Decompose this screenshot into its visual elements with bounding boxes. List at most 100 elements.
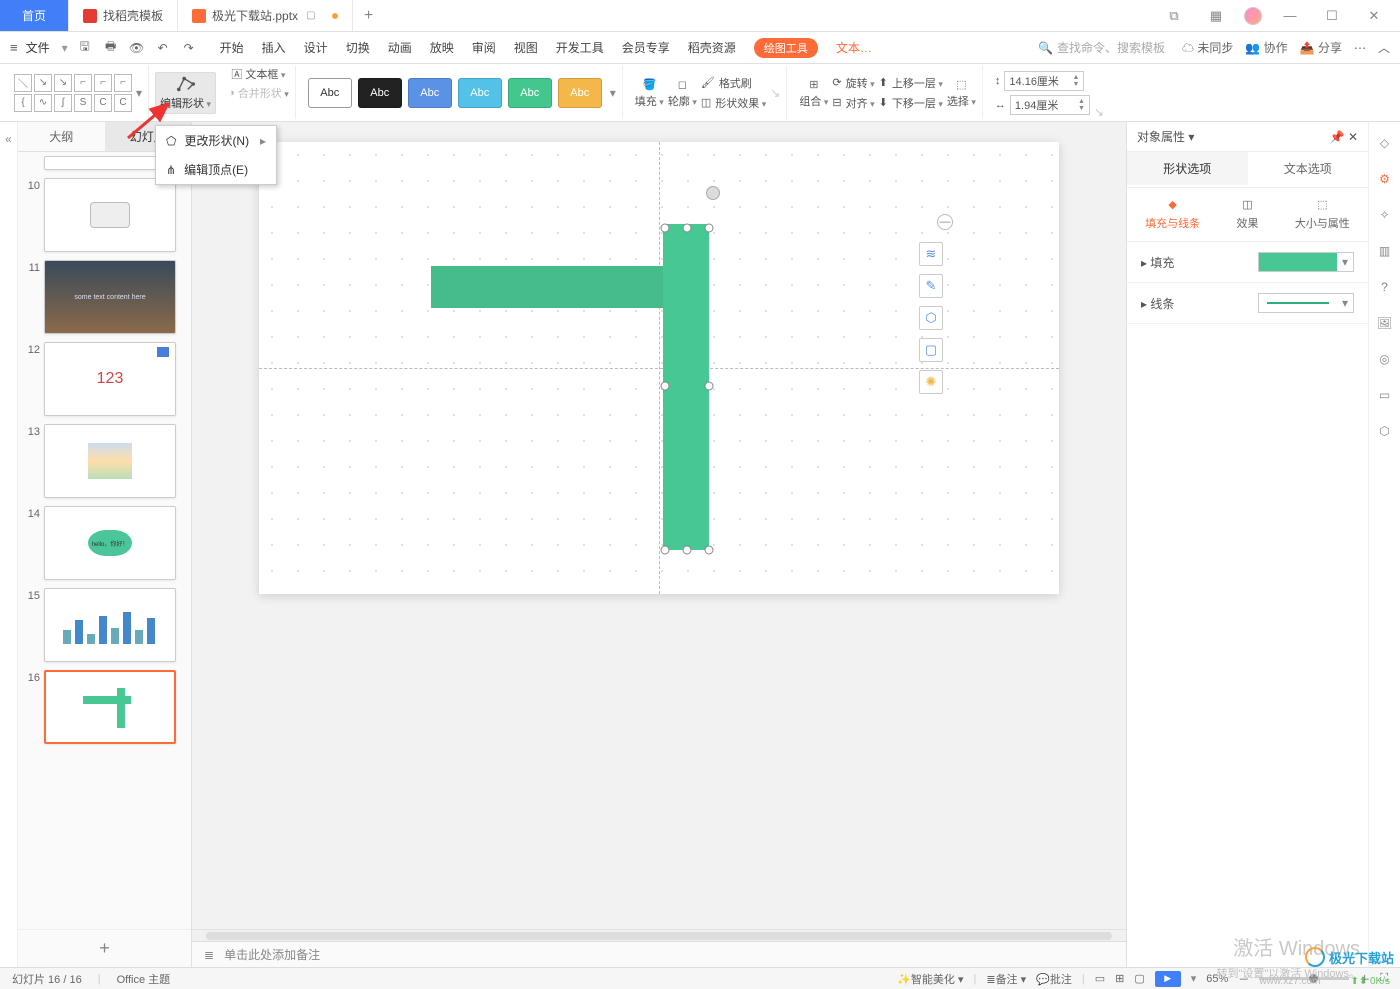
shapes-gallery[interactable]: ＼↘↘⌐⌐⌐ {∿∫SCC ▾ — [8, 66, 149, 119]
tab-templates[interactable]: 找稻壳模板 — [69, 0, 178, 31]
outline-tab[interactable]: 大纲 — [18, 122, 105, 151]
menu-start[interactable]: 开始 — [220, 39, 244, 56]
style-5[interactable]: Abc — [508, 78, 552, 108]
subtab-effect[interactable]: ◫效果 — [1236, 198, 1258, 231]
notes-toggle[interactable]: ≣备注 ▾ — [986, 971, 1026, 987]
zoom-value[interactable]: 65% — [1206, 973, 1228, 985]
menu-member[interactable]: 会员专享 — [622, 39, 670, 56]
maximize-button[interactable]: ☐ — [1318, 0, 1346, 31]
edit-points-item[interactable]: ⋔编辑顶点(E) — [156, 155, 276, 184]
float-layers-icon[interactable]: ≋ — [919, 242, 943, 266]
width-input[interactable]: 1.94厘米▲▼ — [1010, 95, 1090, 115]
menu-texttool[interactable]: 文本… — [836, 39, 872, 56]
rail-layers-icon[interactable]: ▥ — [1376, 242, 1394, 260]
merge-shapes-button[interactable]: ◑合并形状 — [228, 85, 289, 101]
rotate-button[interactable]: ⟳旋转 — [832, 75, 874, 91]
avatar[interactable] — [1244, 7, 1262, 25]
style-6[interactable]: Abc — [558, 78, 602, 108]
rail-diamond-icon[interactable]: ◇ — [1376, 134, 1394, 152]
select-button[interactable]: ⬚选择 — [947, 76, 976, 109]
menu-review[interactable]: 审阅 — [472, 39, 496, 56]
beautify-button[interactable]: ✨智能美化 ▾ — [897, 971, 963, 987]
tab-document[interactable]: 极光下载站.pptx ▢ — [178, 0, 352, 31]
menu-show[interactable]: 放映 — [430, 39, 454, 56]
rail-settings-icon[interactable]: ⚙ — [1376, 170, 1394, 188]
menu-transition[interactable]: 切换 — [346, 39, 370, 56]
shape-options-tab[interactable]: 形状选项 — [1127, 152, 1248, 187]
group-button[interactable]: ⊞组合 — [799, 76, 828, 109]
play-button[interactable]: ▶ — [1155, 971, 1181, 987]
add-slide-button[interactable]: + — [18, 929, 191, 967]
send-backward-button[interactable]: ⬇下移一层 — [879, 95, 943, 111]
menu-insert[interactable]: 插入 — [262, 39, 286, 56]
rail-cube-icon[interactable]: ⬡ — [1376, 422, 1394, 440]
bring-forward-button[interactable]: ⬆上移一层 — [879, 75, 943, 91]
shape-styles[interactable]: Abc Abc Abc Abc Abc Abc ▾ — [302, 66, 623, 119]
menu-animation[interactable]: 动画 — [388, 39, 412, 56]
menu-icon[interactable]: ≡ — [10, 40, 18, 55]
comments-toggle[interactable]: 💬批注 — [1036, 971, 1072, 987]
collapse-ribbon-icon[interactable]: ︿ — [1378, 39, 1390, 56]
change-shape-item[interactable]: ⬠更改形状(N)▸ — [156, 126, 276, 155]
subtab-fill[interactable]: ◆填充与线条 — [1145, 198, 1200, 231]
fill-button[interactable]: 🪣填充 — [635, 76, 664, 109]
notes-bar[interactable]: ≣单击此处添加备注 — [192, 941, 1126, 967]
menu-view[interactable]: 视图 — [514, 39, 538, 56]
close-panel-icon[interactable]: ✕ — [1348, 130, 1358, 144]
minimize-button[interactable]: — — [1276, 0, 1304, 31]
save-icon[interactable]: 🖫 — [76, 39, 94, 57]
sync-status[interactable]: ☁ 未同步 — [1182, 39, 1233, 56]
coop-button[interactable]: 👥 协作 — [1245, 39, 1287, 56]
horizontal-scrollbar[interactable] — [192, 929, 1126, 941]
slide-thumb-13[interactable] — [44, 424, 176, 498]
format-painter-button[interactable]: 🖌格式刷 — [701, 75, 766, 91]
zoom-out-float[interactable]: — — [937, 214, 953, 230]
float-bucket-icon[interactable]: ⬡ — [919, 306, 943, 330]
style-3[interactable]: Abc — [408, 78, 452, 108]
search-input[interactable]: 🔍 查找命令、搜索模板 — [1033, 37, 1170, 58]
sl2-thumb-11[interactable]: some text content here — [44, 260, 176, 334]
slide-thumb-12[interactable]: 123 — [44, 342, 176, 416]
rail-image-icon[interactable]: 🖼 — [1376, 314, 1394, 332]
slide-thumb-14[interactable]: hello，你好！ — [44, 506, 176, 580]
zoom-out-button[interactable]: － — [1238, 971, 1249, 987]
menu-more[interactable]: ⋯ — [1354, 41, 1366, 55]
fill-row[interactable]: ▸ 填充 ▾ — [1127, 242, 1368, 283]
tab-home[interactable]: 首页 — [0, 0, 69, 31]
undo-icon[interactable]: ↶ — [154, 39, 172, 57]
file-menu[interactable]: 文件 — [26, 39, 50, 56]
menu-devtools[interactable]: 开发工具 — [556, 39, 604, 56]
style-4[interactable]: Abc — [458, 78, 502, 108]
line-row[interactable]: ▸ 线条 ▾ — [1127, 283, 1368, 324]
share-button[interactable]: 📤 分享 — [1300, 39, 1342, 56]
fill-color-swatch[interactable]: ▾ — [1258, 252, 1354, 272]
textbox-button[interactable]: 🄰文本框 — [231, 66, 285, 82]
view-normal-icon[interactable]: ▭ — [1095, 972, 1105, 985]
style-1[interactable]: Abc — [308, 78, 352, 108]
menu-design[interactable]: 设计 — [304, 39, 328, 56]
outline-button[interactable]: ◻轮廓 — [668, 76, 697, 109]
subtab-size[interactable]: ⬚大小与属性 — [1295, 198, 1350, 231]
text-options-tab[interactable]: 文本选项 — [1248, 152, 1369, 187]
view-sorter-icon[interactable]: ⊞ — [1115, 972, 1124, 985]
pin-icon[interactable]: 📌 — [1330, 130, 1345, 144]
menu-docer[interactable]: 稻壳资源 — [688, 39, 736, 56]
rotate-handle[interactable] — [706, 186, 720, 200]
float-eyedrop-icon[interactable]: ✎ — [919, 274, 943, 298]
grid-icon[interactable]: ▦ — [1202, 0, 1230, 31]
rail-target-icon[interactable]: ◎ — [1376, 350, 1394, 368]
close-button[interactable]: ✕ — [1360, 0, 1388, 31]
selection-handles[interactable] — [657, 220, 717, 560]
slide-canvas[interactable]: — ≋ ✎ ⬡ ▢ ✺ — [259, 142, 1059, 594]
float-idea-icon[interactable]: ✺ — [919, 370, 943, 394]
style-2[interactable]: Abc — [358, 78, 402, 108]
align-button[interactable]: ⊟对齐 — [832, 95, 874, 111]
shape-effect-button[interactable]: ◫形状效果 — [701, 95, 766, 111]
print-icon[interactable]: 🖶 — [102, 39, 120, 57]
redo-icon[interactable]: ↷ — [180, 39, 198, 57]
line-color-swatch[interactable]: ▾ — [1258, 293, 1354, 313]
collapse-panel-icon[interactable]: « — [0, 122, 18, 967]
app-switch-icon[interactable]: ⧉ — [1160, 0, 1188, 31]
view-reading-icon[interactable]: ▢ — [1134, 972, 1144, 985]
slide-thumb-16[interactable] — [44, 670, 176, 744]
